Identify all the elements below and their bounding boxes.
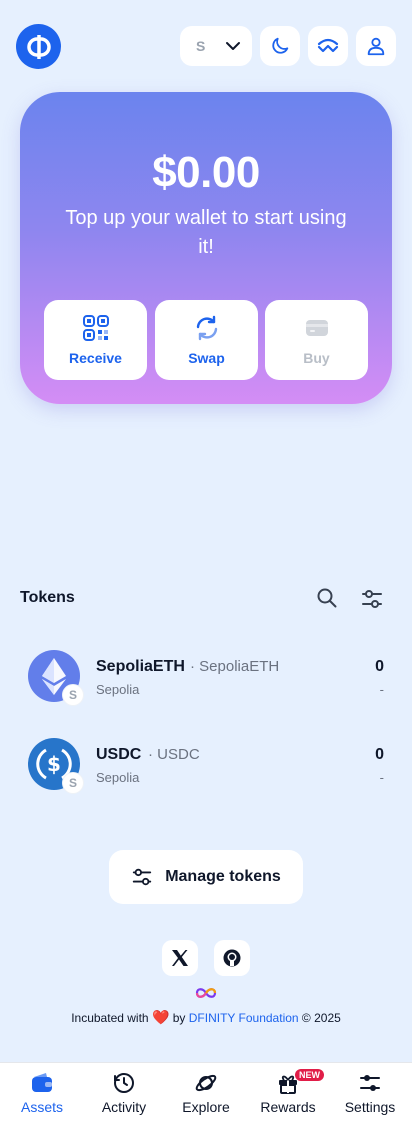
infinity-icon [195, 988, 217, 998]
buy-label: Buy [303, 350, 330, 366]
token-usd-value: - [379, 682, 384, 697]
user-icon [367, 37, 385, 56]
svg-text:$: $ [47, 752, 61, 776]
x-icon [172, 950, 188, 966]
nav-rewards[interactable]: NEW Rewards [248, 1069, 328, 1115]
nav-explore[interactable]: Explore [166, 1071, 246, 1115]
tokens-heading: Tokens [20, 589, 75, 606]
swap-button[interactable]: Swap [155, 300, 258, 380]
token-balance: 0 [375, 746, 384, 763]
token-row-sepoliaeth[interactable]: S SepoliaETH · SepoliaETH Sepolia 0 - [20, 646, 392, 710]
nav-explore-label: Explore [182, 1099, 230, 1115]
new-badge: NEW [295, 1069, 324, 1081]
planet-icon [195, 1074, 217, 1092]
receive-button[interactable]: Receive [44, 300, 147, 380]
receive-label: Receive [69, 350, 122, 366]
network-badge: S [62, 772, 84, 794]
nav-assets[interactable]: Assets [2, 1071, 82, 1115]
sliders-icon [362, 590, 382, 608]
nav-rewards-label: Rewards [260, 1099, 316, 1115]
app-logo[interactable] [16, 24, 61, 69]
github-icon [223, 949, 241, 967]
token-row-usdc[interactable]: $ S USDC · USDC Sepolia 0 - [20, 734, 392, 798]
token-usd-value: - [379, 770, 384, 785]
sliders-icon [133, 868, 152, 886]
balance-subtitle: Top up your wallet to start using it! [65, 207, 347, 258]
manage-tokens-button[interactable]: Manage tokens [109, 850, 303, 904]
history-icon [114, 1073, 134, 1093]
nav-settings-label: Settings [344, 1099, 396, 1115]
qr-code-icon [82, 315, 109, 341]
moon-icon [272, 37, 289, 54]
chevron-down-icon [226, 42, 240, 50]
token-search-button[interactable] [316, 587, 338, 609]
footer-copyright: © 2025 [301, 1011, 341, 1025]
buy-button[interactable]: Buy [265, 300, 368, 380]
walletconnect-icon [317, 38, 339, 53]
total-balance: $0.00 [152, 148, 260, 197]
card-icon [305, 320, 328, 336]
token-balance: 0 [375, 658, 384, 675]
github-link[interactable] [214, 940, 250, 976]
footer-credit: Incubated with ❤️ by DFINITY Foundation … [0, 1009, 412, 1026]
token-network: Sepolia [96, 682, 140, 697]
theme-toggle-button[interactable] [260, 26, 300, 66]
logo-icon [26, 34, 51, 59]
nav-activity[interactable]: Activity [84, 1071, 164, 1115]
wallet-icon [32, 1073, 52, 1092]
token-name: USDC [96, 746, 142, 763]
token-network: Sepolia [96, 770, 140, 785]
network-badge: S [62, 684, 84, 706]
settings-sliders-icon [360, 1075, 380, 1091]
manage-tokens-label: Manage tokens [165, 868, 281, 885]
network-selector[interactable]: S [180, 26, 252, 66]
token-name: SepoliaETH [96, 658, 185, 675]
nav-settings[interactable]: Settings [330, 1071, 410, 1115]
profile-button[interactable] [356, 26, 396, 66]
dfinity-foundation-link[interactable]: DFINITY Foundation [189, 1011, 299, 1025]
swap-label: Swap [188, 350, 225, 366]
dfinity-logo-icon [194, 986, 218, 1000]
x-link[interactable] [162, 940, 198, 976]
nav-activity-label: Activity [101, 1099, 147, 1115]
token-filter-button[interactable] [360, 587, 384, 611]
token-symbol: · SepoliaETH [190, 658, 280, 675]
nav-assets-label: Assets [20, 1099, 63, 1115]
heart-icon: ❤️ [151, 1009, 170, 1025]
footer-by: by [172, 1011, 186, 1025]
footer-prefix: Incubated with [71, 1011, 149, 1025]
token-symbol: · USDC [148, 746, 200, 763]
search-icon [317, 588, 337, 608]
network-selector-label: S [196, 38, 206, 54]
wallet-connect-button[interactable] [308, 26, 348, 66]
bottom-nav: Assets Activity Explore NEW Rewards Sett… [0, 1062, 412, 1124]
swap-icon [196, 315, 217, 341]
